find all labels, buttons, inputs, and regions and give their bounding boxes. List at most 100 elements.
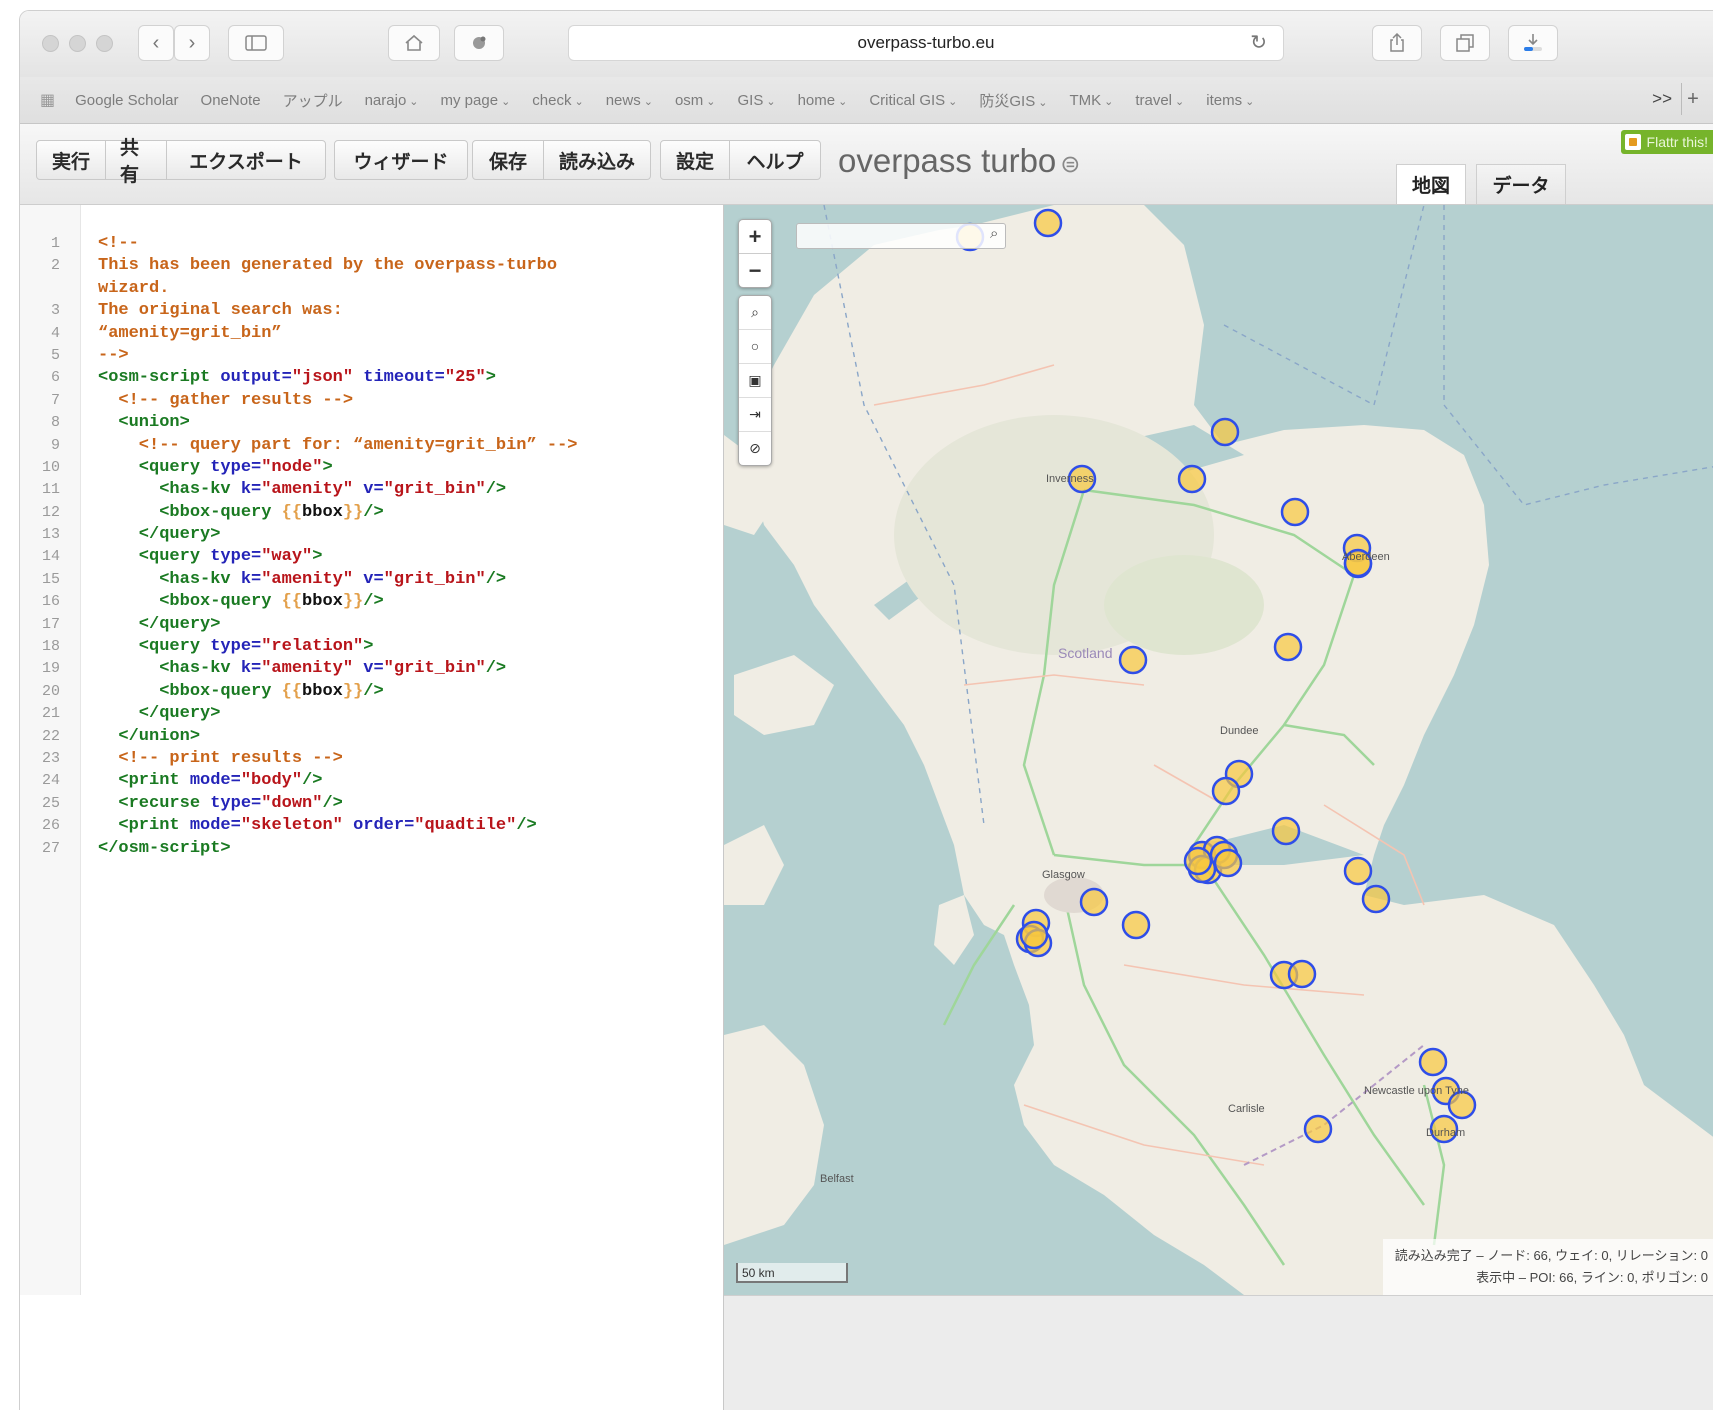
back-button[interactable]: ‹ — [138, 25, 174, 61]
sidebar-button[interactable] — [228, 25, 284, 61]
bookmark-item[interactable]: home ⌄ — [798, 92, 848, 109]
code-line[interactable]: 6 <osm-script output="json" timeout="25"> — [20, 367, 723, 389]
bookmark-item[interactable]: my page ⌄ — [441, 92, 511, 109]
info-icon[interactable]: ⊜ — [1060, 151, 1080, 178]
export-button[interactable]: エクスポート — [166, 140, 326, 180]
poi-marker[interactable] — [1210, 417, 1240, 447]
code-line[interactable]: 9 <!-- query part for: “amenity=grit_bin… — [20, 435, 723, 457]
map-view[interactable]: + − ⌕ ○ ▣ ⇥ ⊘ ⌕ Inverness Aberdeen Scotlan… — [724, 205, 1713, 1295]
minimize-window-button[interactable] — [69, 35, 86, 52]
poi-marker[interactable] — [1271, 816, 1301, 846]
wizard-button[interactable]: ウィザード — [334, 140, 468, 180]
bookmark-item[interactable]: 防災GIS ⌄ — [979, 90, 1047, 111]
code-line[interactable]: 27 </osm-script> — [20, 838, 723, 860]
bookmark-item[interactable]: osm ⌄ — [675, 92, 716, 109]
bookmark-item[interactable]: GIS ⌄ — [738, 92, 776, 109]
code-line[interactable]: 14 <query type="way"> — [20, 546, 723, 568]
help-button[interactable]: ヘルプ — [729, 140, 821, 180]
code-line[interactable]: wizard. — [20, 278, 723, 300]
code-line[interactable]: 3 The original search was: — [20, 300, 723, 322]
poi-marker[interactable] — [1079, 887, 1109, 917]
code-line[interactable]: 20 <bbox-query {{bbox}}/> — [20, 681, 723, 703]
code-line[interactable]: 12 <bbox-query {{bbox}}/> — [20, 502, 723, 524]
more-bookmarks-button[interactable]: >> — [1652, 89, 1672, 109]
code-line[interactable]: 15 <has-kv k="amenity" v="grit_bin"/> — [20, 569, 723, 591]
tab-map[interactable]: 地図 — [1396, 164, 1466, 204]
home-button[interactable] — [388, 25, 440, 61]
search-tool-button[interactable]: ⌕ — [739, 296, 771, 329]
save-button[interactable]: 保存 — [472, 140, 544, 180]
load-button[interactable]: 読み込み — [543, 140, 651, 180]
poi-marker[interactable] — [1213, 848, 1243, 878]
bookmark-item[interactable]: OneNote — [201, 92, 261, 109]
bookmark-item[interactable]: check ⌄ — [532, 92, 583, 109]
code-line[interactable]: 4 “amenity=grit_bin” — [20, 323, 723, 345]
poi-marker[interactable] — [1273, 632, 1303, 662]
code-area[interactable]: 1 <!-- 2 This has been generated by the ove… — [20, 233, 723, 860]
code-line[interactable]: 10 <query type="node"> — [20, 457, 723, 479]
map-search-input[interactable] — [796, 223, 1006, 249]
code-line[interactable]: 16 <bbox-query {{bbox}}/> — [20, 591, 723, 613]
share-button[interactable] — [1372, 25, 1422, 61]
bookmark-item[interactable]: TMK ⌄ — [1069, 92, 1113, 109]
tab-data[interactable]: データ — [1476, 164, 1566, 204]
code-line[interactable]: 13 </query> — [20, 524, 723, 546]
code-line[interactable]: 2 This has been generated by the overpass… — [20, 255, 723, 277]
code-line[interactable]: 18 <query type="relation"> — [20, 636, 723, 658]
fit-data-button[interactable]: ⇥ — [739, 397, 771, 431]
close-window-button[interactable] — [42, 35, 59, 52]
poi-marker[interactable] — [1418, 1047, 1448, 1077]
poi-marker[interactable] — [1303, 1114, 1333, 1144]
code-line[interactable]: 8 <union> — [20, 412, 723, 434]
code-line[interactable]: 19 <has-kv k="amenity" v="grit_bin"/> — [20, 658, 723, 680]
bookmark-item[interactable]: narajo ⌄ — [365, 92, 419, 109]
flattr-button[interactable]: Flattr this! — [1620, 130, 1713, 154]
bookmark-item[interactable]: items ⌄ — [1206, 92, 1254, 109]
bookmark-item[interactable]: Google Scholar — [75, 92, 178, 109]
bookmark-item[interactable]: travel ⌄ — [1135, 92, 1184, 109]
extension-button[interactable] — [454, 25, 504, 61]
locate-button[interactable]: ○ — [739, 329, 771, 363]
poi-marker[interactable] — [1361, 884, 1391, 914]
poi-marker[interactable] — [1177, 464, 1207, 494]
export-image-button[interactable]: ▣ — [739, 363, 771, 397]
code-line[interactable]: 7 <!-- gather results --> — [20, 390, 723, 412]
poi-marker[interactable] — [1183, 846, 1213, 876]
code-line[interactable]: 22 </union> — [20, 726, 723, 748]
code-line[interactable]: 23 <!-- print results --> — [20, 748, 723, 770]
zoom-out-button[interactable]: − — [739, 253, 771, 287]
toggle-data-button[interactable]: ⊘ — [739, 431, 771, 465]
zoom-in-button[interactable]: + — [739, 220, 771, 253]
poi-marker[interactable] — [1343, 856, 1373, 886]
top-sites-icon[interactable]: ▦ — [40, 90, 55, 110]
poi-marker[interactable] — [1211, 776, 1241, 806]
code-line[interactable]: 25 <recurse type="down"/> — [20, 793, 723, 815]
code-line[interactable]: 17 </query> — [20, 614, 723, 636]
bookmark-item[interactable]: Critical GIS ⌄ — [869, 92, 957, 109]
reload-icon[interactable]: ↻ — [1250, 26, 1267, 60]
code-line[interactable]: 24 <print mode="body"/> — [20, 770, 723, 792]
poi-marker[interactable] — [1287, 959, 1317, 989]
code-line[interactable]: 5 --> — [20, 345, 723, 367]
settings-button[interactable]: 設定 — [660, 140, 730, 180]
code-line[interactable]: 26 <print mode="skeleton" order="quadtil… — [20, 815, 723, 837]
map-search-icon[interactable]: ⌕ — [990, 225, 998, 242]
run-button[interactable]: 実行 — [36, 140, 106, 180]
downloads-button[interactable] — [1508, 25, 1558, 61]
new-tab-button[interactable]: + — [1681, 83, 1704, 115]
share-button-app[interactable]: 共有 — [105, 138, 167, 186]
poi-marker[interactable] — [1118, 645, 1148, 675]
code-editor[interactable]: 1 <!-- 2 This has been generated by the ove… — [20, 205, 724, 1405]
code-line[interactable]: 1 <!-- — [20, 233, 723, 255]
bookmark-item[interactable]: news ⌄ — [606, 92, 653, 109]
forward-button[interactable]: › — [174, 25, 210, 61]
address-bar[interactable]: overpass-turbo.eu ↻ — [568, 25, 1284, 61]
poi-marker[interactable] — [1033, 208, 1063, 238]
poi-marker[interactable] — [1019, 920, 1049, 950]
code-line[interactable]: 21 </query> — [20, 703, 723, 725]
code-line[interactable]: 11 <has-kv k="amenity" v="grit_bin"/> — [20, 479, 723, 501]
bookmark-item[interactable]: アップル — [283, 90, 343, 111]
tabs-button[interactable] — [1440, 25, 1490, 61]
poi-marker[interactable] — [1121, 910, 1151, 940]
poi-marker[interactable] — [1280, 497, 1310, 527]
